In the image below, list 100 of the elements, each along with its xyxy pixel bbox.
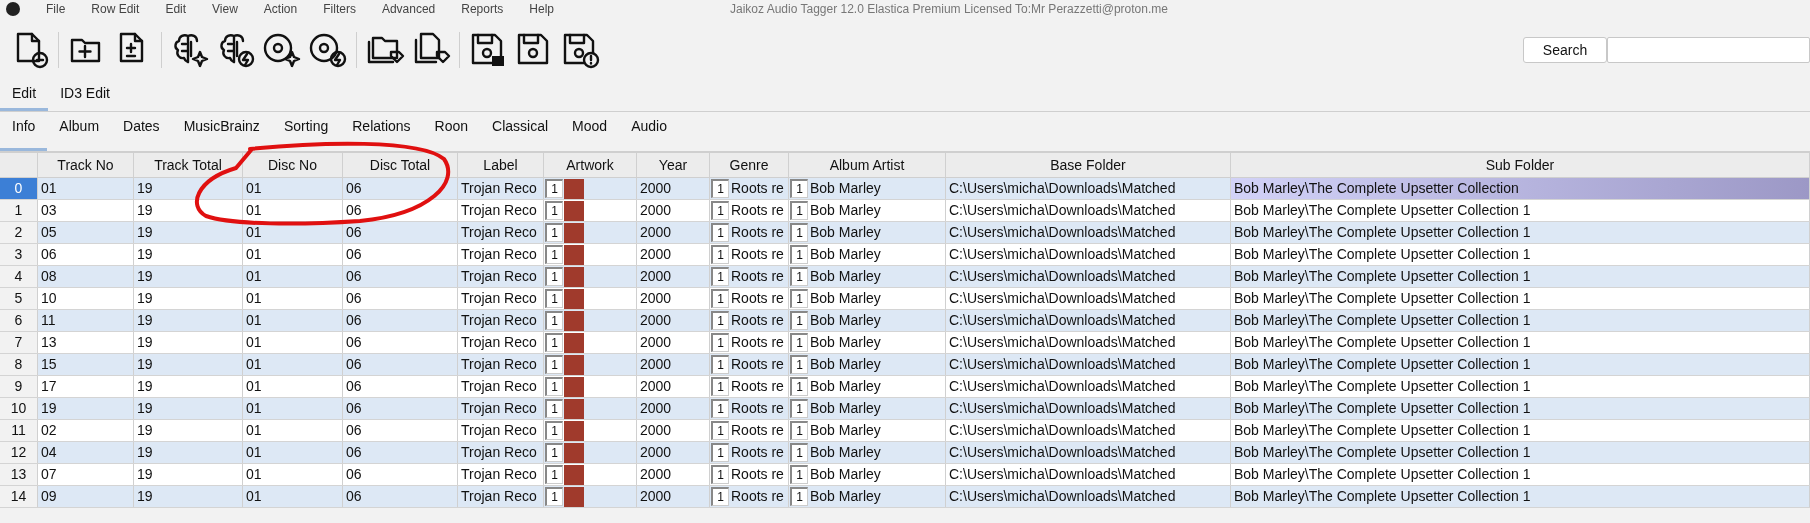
tab[interactable]: Audio — [619, 112, 679, 151]
column-header[interactable]: Label — [458, 153, 544, 177]
tab[interactable]: Dates — [111, 112, 172, 151]
count-box[interactable]: 1 — [790, 267, 808, 286]
count-box[interactable]: 1 — [790, 311, 808, 330]
column-header[interactable]: Album Artist — [789, 153, 946, 177]
row-number[interactable]: 9 — [0, 376, 38, 397]
column-header[interactable]: Track Total — [134, 153, 243, 177]
count-box[interactable]: 1 — [545, 377, 563, 396]
row-number[interactable]: 11 — [0, 420, 38, 441]
row-number[interactable]: 10 — [0, 398, 38, 419]
count-box[interactable]: 1 — [711, 487, 729, 506]
column-header[interactable]: Year — [637, 153, 710, 177]
count-box[interactable]: 1 — [545, 245, 563, 264]
column-header[interactable]: Track No — [38, 153, 134, 177]
column-header[interactable]: Artwork — [544, 153, 637, 177]
row-number[interactable]: 7 — [0, 332, 38, 353]
count-box[interactable]: 1 — [711, 421, 729, 440]
menu-item[interactable]: Help — [529, 0, 554, 18]
count-box[interactable]: 1 — [711, 289, 729, 308]
row-number[interactable]: 2 — [0, 222, 38, 243]
tab[interactable]: Mood — [560, 112, 620, 151]
count-box[interactable]: 1 — [790, 355, 808, 374]
column-header[interactable]: Genre — [710, 153, 789, 177]
count-box[interactable]: 1 — [711, 333, 729, 352]
count-box[interactable]: 1 — [545, 355, 563, 374]
count-box[interactable]: 1 — [545, 487, 563, 506]
count-box[interactable]: 1 — [545, 267, 563, 286]
column-header[interactable]: Sub Folder — [1231, 153, 1810, 177]
count-box[interactable]: 1 — [790, 487, 808, 506]
count-box[interactable]: 1 — [545, 443, 563, 462]
count-box[interactable]: 1 — [711, 223, 729, 242]
tab[interactable]: Edit — [0, 82, 49, 111]
row-number[interactable]: 12 — [0, 442, 38, 463]
count-box[interactable]: 1 — [790, 377, 808, 396]
count-box[interactable]: 1 — [711, 267, 729, 286]
count-box[interactable]: 1 — [545, 223, 563, 242]
table-cell: C:\Users\micha\Downloads\Matched — [946, 376, 1231, 397]
row-number[interactable]: 6 — [0, 310, 38, 331]
count-box[interactable]: 1 — [790, 289, 808, 308]
row-number[interactable]: 0 — [0, 178, 38, 199]
menu-item[interactable]: Row Edit — [91, 0, 140, 18]
row-number[interactable]: 3 — [0, 244, 38, 265]
count-box[interactable]: 1 — [545, 289, 563, 308]
count-box[interactable]: 1 — [711, 311, 729, 330]
count-box[interactable]: 1 — [711, 201, 729, 220]
count-box[interactable]: 1 — [790, 245, 808, 264]
row-number[interactable]: 5 — [0, 288, 38, 309]
search-button[interactable]: Search — [1523, 37, 1607, 63]
count-box[interactable]: 1 — [711, 399, 729, 418]
table-cell-text: Roots re — [731, 487, 784, 506]
menu-item[interactable]: Action — [263, 0, 298, 18]
count-box[interactable]: 1 — [790, 333, 808, 352]
column-header[interactable]: Disc Total — [343, 153, 458, 177]
count-box[interactable]: 1 — [790, 443, 808, 462]
row-number[interactable]: 14 — [0, 486, 38, 507]
count-box[interactable]: 1 — [790, 465, 808, 484]
count-box[interactable]: 1 — [711, 377, 729, 396]
tab[interactable]: Album — [47, 112, 112, 151]
artwork-thumbnail — [564, 178, 584, 199]
search-field[interactable] — [1607, 37, 1810, 63]
count-box[interactable]: 1 — [711, 355, 729, 374]
artwork-thumbnail — [564, 288, 584, 309]
tab[interactable]: Relations — [340, 112, 423, 151]
tab[interactable]: Roon — [422, 112, 481, 151]
menu-item[interactable]: Advanced — [381, 0, 436, 18]
row-number[interactable]: 4 — [0, 266, 38, 287]
count-box[interactable]: 1 — [545, 465, 563, 484]
count-box[interactable]: 1 — [545, 399, 563, 418]
count-box[interactable]: 1 — [545, 333, 563, 352]
count-box[interactable]: 1 — [790, 179, 808, 198]
count-box[interactable]: 1 — [790, 201, 808, 220]
count-box[interactable]: 1 — [711, 443, 729, 462]
count-box[interactable]: 1 — [790, 223, 808, 242]
count-box[interactable]: 1 — [790, 421, 808, 440]
count-box[interactable]: 1 — [711, 245, 729, 264]
count-box[interactable]: 1 — [545, 421, 563, 440]
menu-item[interactable]: Filters — [323, 0, 356, 18]
count-box[interactable]: 1 — [545, 179, 563, 198]
menu-item[interactable]: Edit — [165, 0, 187, 18]
menu-item[interactable]: View — [212, 0, 238, 18]
menu-item[interactable]: File — [46, 0, 66, 18]
tab[interactable]: Classical — [480, 112, 561, 151]
count-box[interactable]: 1 — [790, 399, 808, 418]
count-box[interactable]: 1 — [545, 311, 563, 330]
table-cell: 2000 — [637, 442, 710, 463]
tab[interactable]: MusicBrainz — [171, 112, 272, 151]
row-number[interactable]: 1 — [0, 200, 38, 221]
menu-item[interactable]: Reports — [461, 0, 504, 18]
tab[interactable]: Sorting — [271, 112, 341, 151]
table-cell-text: Roots re — [731, 311, 784, 330]
table-cell: 01 — [38, 178, 134, 199]
count-box[interactable]: 1 — [711, 465, 729, 484]
column-header[interactable]: Base Folder — [946, 153, 1231, 177]
count-box[interactable]: 1 — [711, 179, 729, 198]
row-number[interactable]: 8 — [0, 354, 38, 375]
tab[interactable]: ID3 Edit — [48, 82, 122, 111]
count-box[interactable]: 1 — [545, 201, 563, 220]
row-number[interactable]: 13 — [0, 464, 38, 485]
column-header[interactable]: Disc No — [243, 153, 343, 177]
